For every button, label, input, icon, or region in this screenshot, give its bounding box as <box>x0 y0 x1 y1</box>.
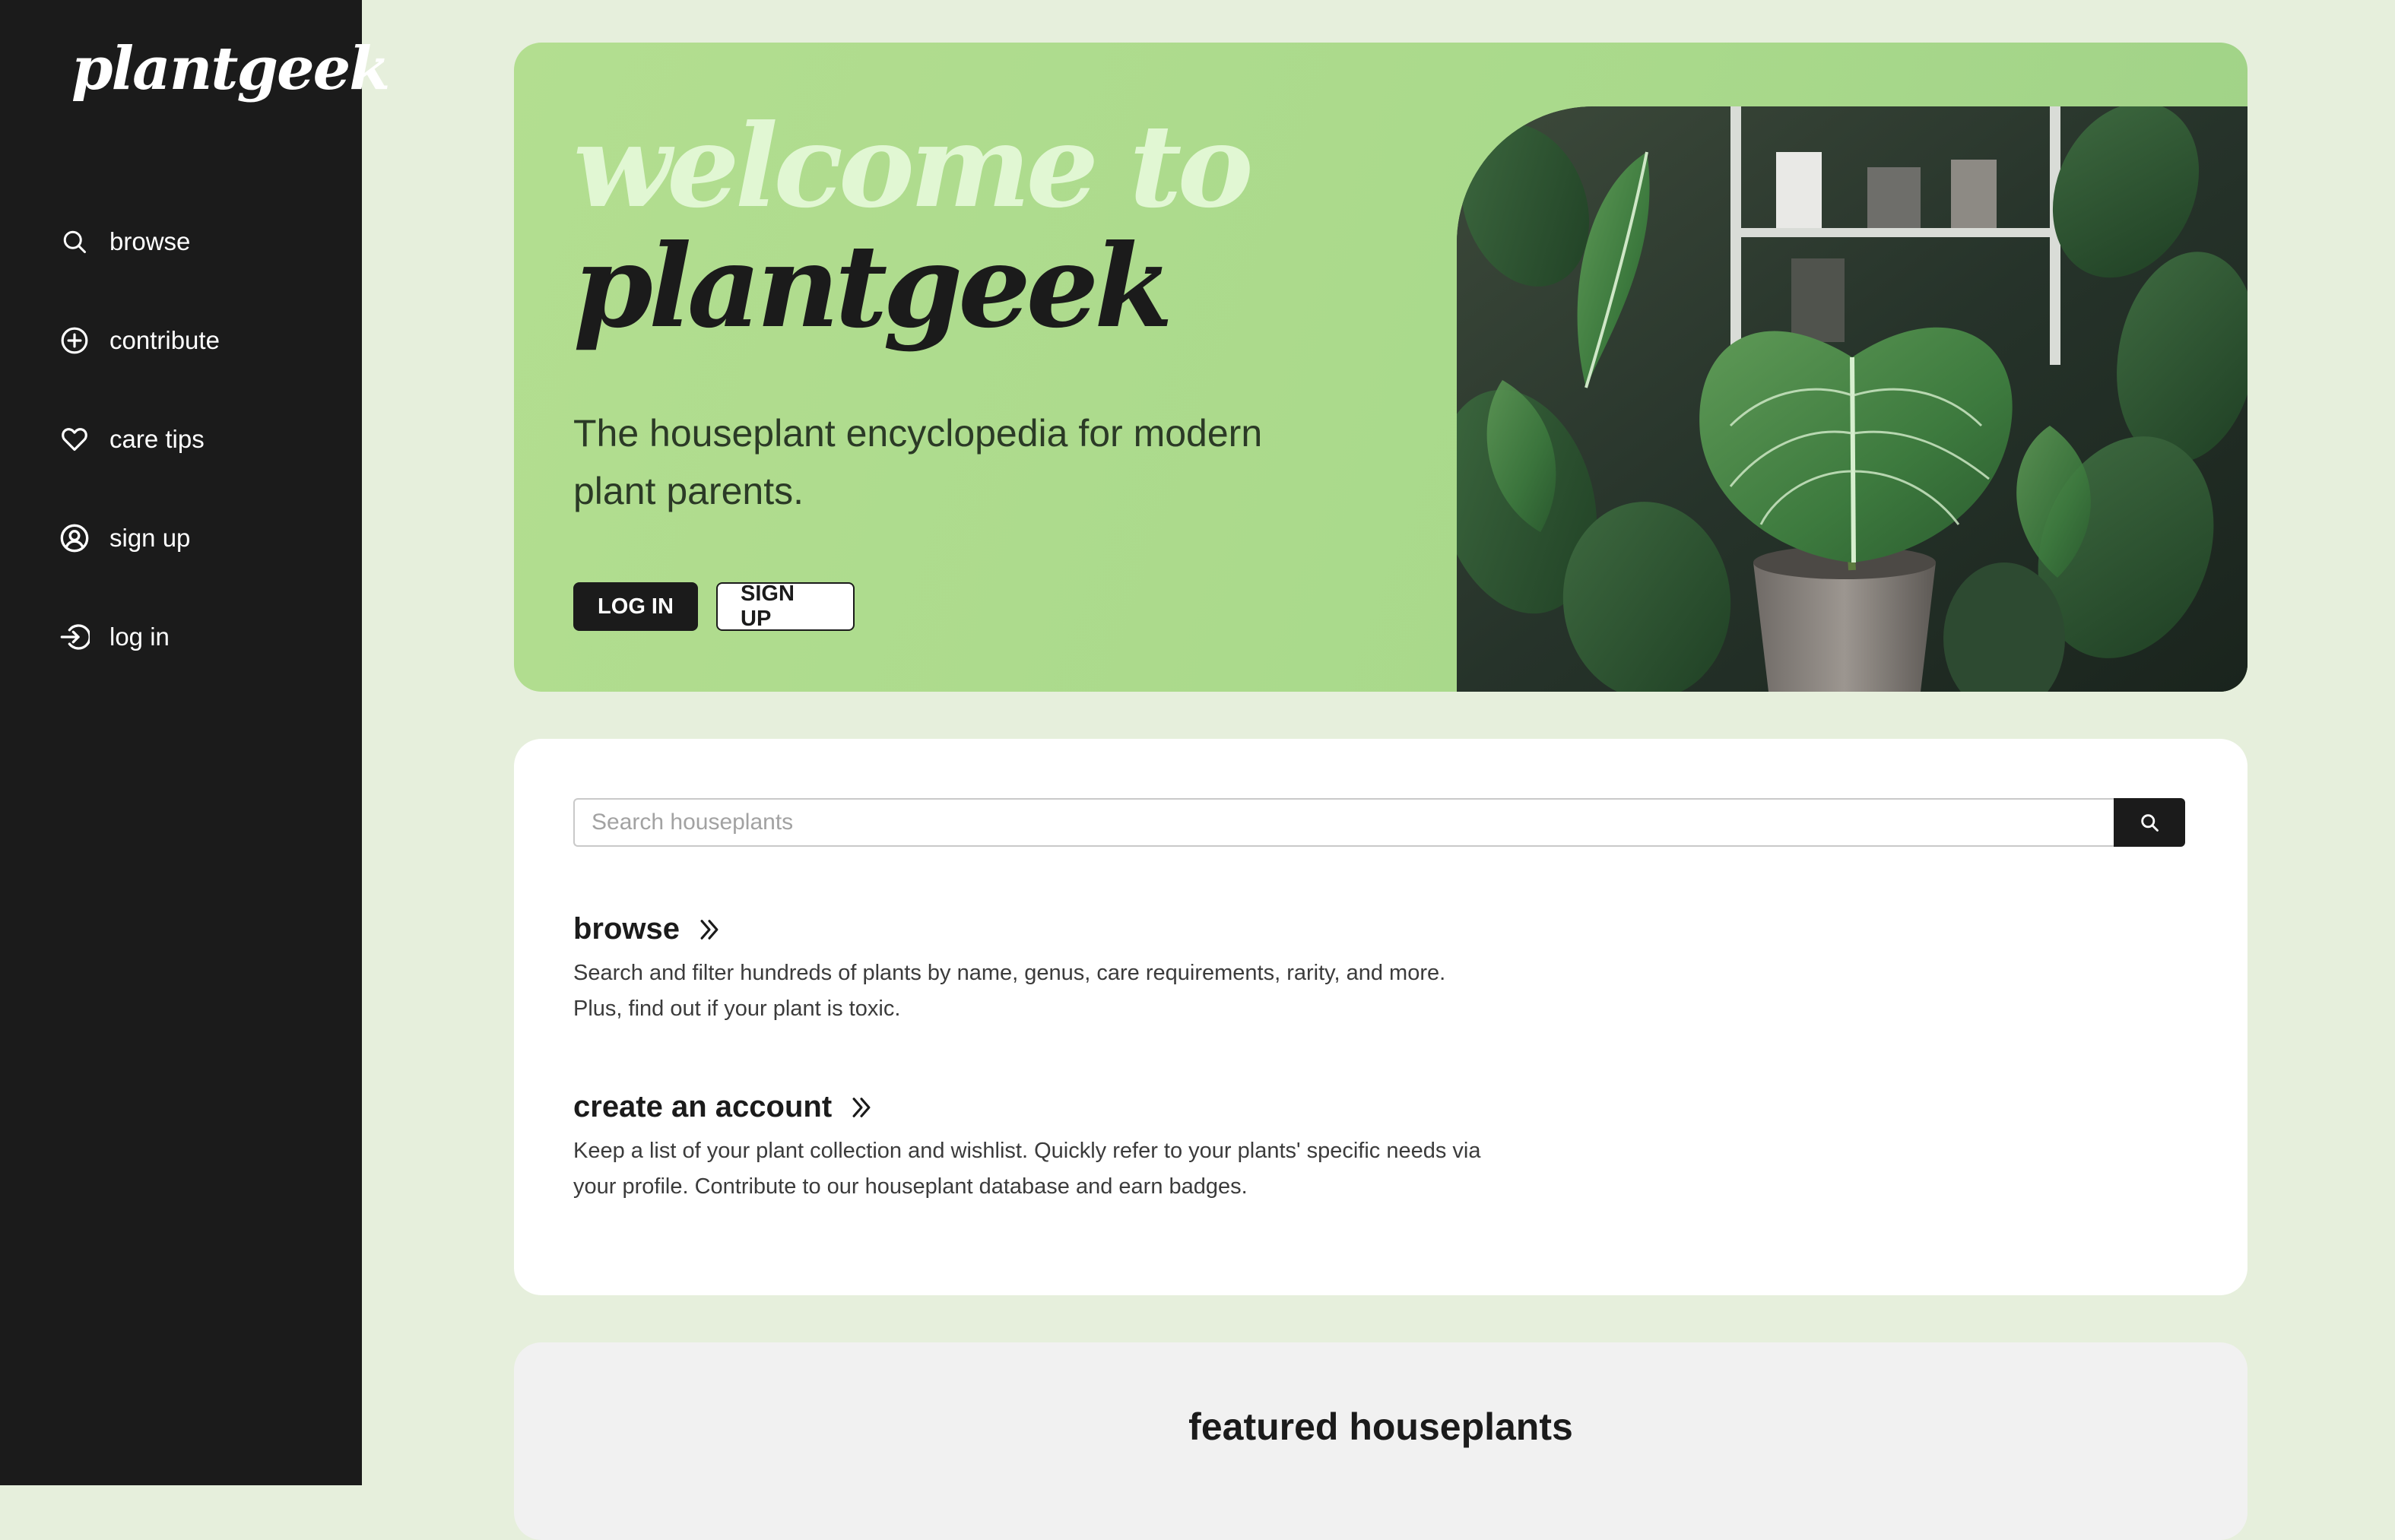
sidebar: plantgeek browse contribute care tips si… <box>0 0 390 1485</box>
browse-heading: browse <box>573 912 680 946</box>
sidebar-item-sign-up[interactable]: sign up <box>59 515 220 561</box>
double-chevron-right-icon <box>696 917 722 943</box>
sidebar-item-contribute[interactable]: contribute <box>59 318 220 363</box>
featured-title: featured houseplants <box>1188 1405 1573 1448</box>
intro-card: browse Search and filter hundreds of pla… <box>514 739 2247 1295</box>
hero-buttons: LOG IN SIGN UP <box>573 581 855 631</box>
log-in-button[interactable]: LOG IN <box>573 582 698 631</box>
sidebar-item-care-tips[interactable]: care tips <box>59 417 220 462</box>
browse-description: Search and filter hundreds of plants by … <box>573 961 1446 1021</box>
sidebar-item-log-in[interactable]: log in <box>59 614 220 660</box>
featured-section: featured houseplants <box>514 1342 2247 1540</box>
heart-icon <box>59 424 90 455</box>
user-circle-icon <box>59 523 90 553</box>
search-input[interactable] <box>573 798 2114 847</box>
create-account-heading: create an account <box>573 1090 833 1123</box>
create-account-description: Keep a list of your plant collection and… <box>573 1139 1481 1199</box>
create-account-section: create an account Keep a list of your pl… <box>573 1090 1486 1205</box>
hero-title-brand: plantgeek <box>573 220 1173 353</box>
search-button[interactable] <box>2114 798 2185 847</box>
search-bar <box>573 798 2185 847</box>
sidebar-item-browse[interactable]: browse <box>59 219 220 265</box>
sidebar-item-label: care tips <box>109 425 205 453</box>
sidebar-nav: browse contribute care tips sign up log … <box>59 219 220 713</box>
brand-logo[interactable]: plantgeek <box>71 40 390 99</box>
sidebar-item-label: log in <box>109 623 170 651</box>
search-icon <box>2139 812 2160 833</box>
hero-subtitle: The houseplant encyclopedia for modern p… <box>573 412 1263 512</box>
browse-link[interactable]: browse <box>573 912 722 946</box>
sidebar-item-label: sign up <box>109 524 191 552</box>
hero-banner: welcome to plantgeek The houseplant ency… <box>514 43 2247 692</box>
login-icon <box>59 622 90 652</box>
browse-section: browse Search and filter hundreds of pla… <box>573 912 1486 1027</box>
sidebar-item-label: browse <box>109 227 191 255</box>
hero-plant-image <box>1457 106 2247 692</box>
plus-circle-icon <box>59 325 90 356</box>
sign-up-button[interactable]: SIGN UP <box>716 581 855 631</box>
sidebar-item-label: contribute <box>109 326 220 354</box>
double-chevron-right-icon <box>849 1095 874 1120</box>
search-icon <box>59 227 90 257</box>
create-account-link[interactable]: create an account <box>573 1090 874 1124</box>
hero-title-welcome: welcome to <box>573 100 1254 233</box>
